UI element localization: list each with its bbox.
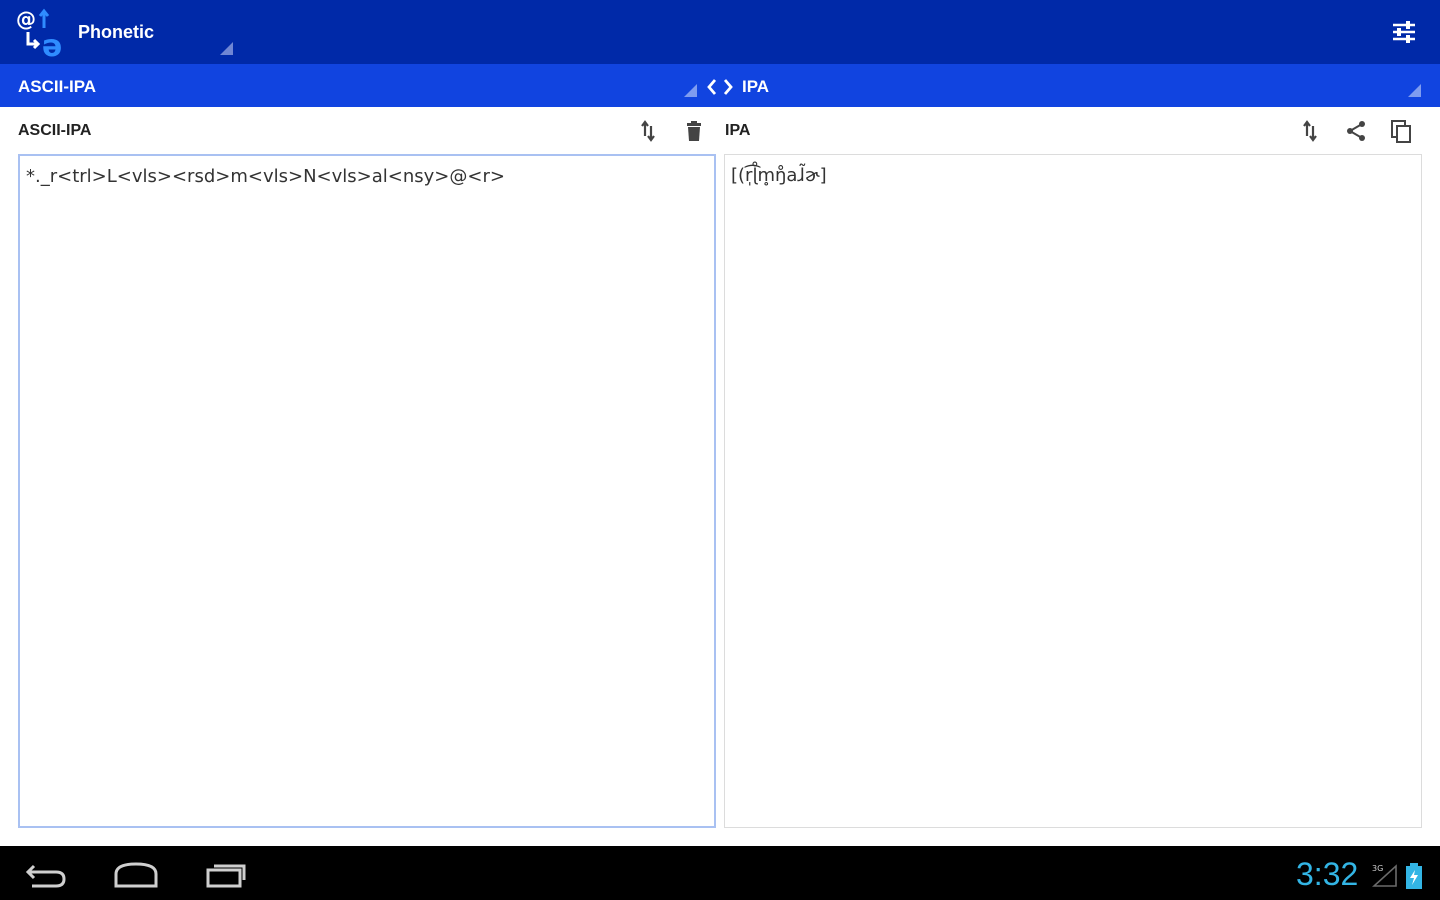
source-language-dropdown-indicator[interactable]	[684, 84, 697, 97]
back-icon[interactable]	[22, 858, 70, 892]
action-bar	[0, 0, 1440, 64]
target-language-spinner[interactable]: IPA	[742, 77, 769, 97]
title-dropdown-indicator[interactable]	[220, 42, 233, 55]
app-title[interactable]: Phonetic	[78, 22, 154, 43]
recent-apps-icon[interactable]	[202, 858, 250, 892]
signal-icon: 3G	[1372, 864, 1397, 887]
share-icon[interactable]	[1343, 118, 1369, 144]
swap-icon[interactable]	[706, 76, 734, 98]
svg-text:ə: ə	[42, 29, 62, 58]
battery-icon	[1406, 863, 1422, 889]
source-language-spinner[interactable]: ASCII-IPA	[18, 77, 96, 97]
signal-superscript: 3G	[1372, 864, 1383, 873]
source-text: *._r<trl>L<vls><rsd>m<vls>N<vls>al<nsy>@…	[26, 166, 505, 187]
transliterate-icon[interactable]	[636, 118, 662, 144]
source-panel-label: ASCII-IPA	[18, 122, 92, 139]
copy-icon[interactable]	[1388, 118, 1414, 144]
source-text-input[interactable]: *._r<trl>L<vls><rsd>m<vls>N<vls>al<nsy>@…	[18, 154, 716, 828]
sliders-settings-icon[interactable]	[1390, 18, 1418, 46]
transliterate-icon[interactable]	[1298, 118, 1324, 144]
result-text: [(r̩͡ɭ̊m̥ŋ̊aɺ̃ɚ]	[731, 165, 827, 186]
svg-text:@: @	[16, 7, 36, 31]
target-language-dropdown-indicator[interactable]	[1408, 84, 1421, 97]
trash-icon[interactable]	[681, 118, 707, 144]
app-logo-icon[interactable]: @ ə	[14, 6, 70, 58]
result-text-output[interactable]: [(r̩͡ɭ̊m̥ŋ̊aɺ̃ɚ]	[724, 154, 1422, 828]
result-panel-label: IPA	[725, 122, 751, 139]
home-icon[interactable]	[112, 858, 160, 892]
status-clock: 3:32	[1296, 856, 1359, 892]
